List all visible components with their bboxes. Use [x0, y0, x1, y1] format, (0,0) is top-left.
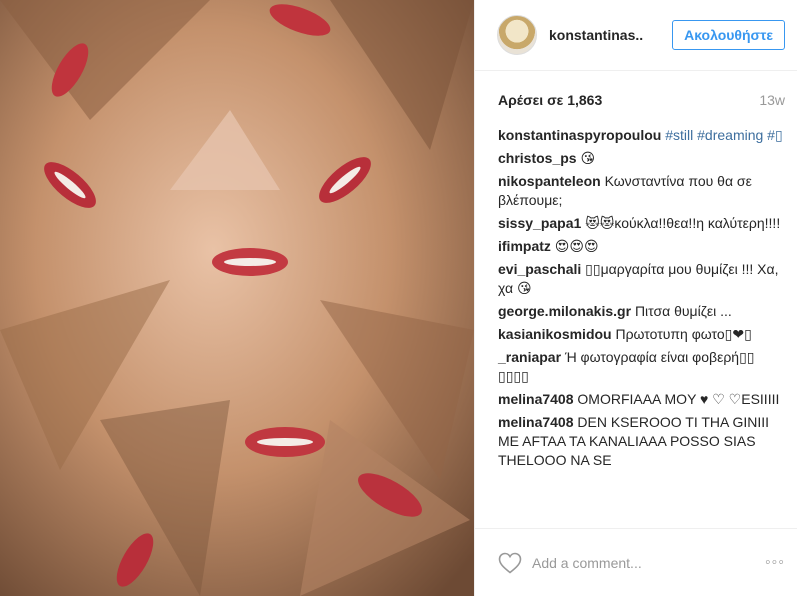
username-link[interactable]: konstantinas..	[549, 27, 672, 43]
comment-text: Πιτσα θυμίζει ...	[634, 303, 732, 319]
comment-item: nikospanteleon Κωνσταντίνα που θα σε βλέ…	[498, 172, 783, 210]
comment-item: christos_ps 😘	[498, 149, 783, 168]
add-comment-input[interactable]: Add a comment...	[532, 555, 765, 571]
comment-user[interactable]: sissy_papa1	[498, 215, 581, 231]
more-options-icon[interactable]: ◦◦◦	[765, 554, 785, 572]
comment-text: 😻😻κούκλα!!θεα!!η καλύτερη!!!!	[585, 215, 781, 231]
comment-text: OMORFIAAA MOY ♥ ♡ ♡ESIIIII	[577, 391, 780, 407]
comment-user[interactable]: christos_ps	[498, 150, 577, 166]
likes-count[interactable]: Αρέσει σε 1,863	[498, 92, 602, 108]
follow-button[interactable]: Ακολουθήστε	[672, 20, 785, 50]
comment-item: ifimpatz 😍😍😍	[498, 237, 783, 256]
post-window: konstantinas.. Ακολουθήστε Αρέσει σε 1,8…	[0, 0, 797, 596]
comment-user[interactable]: _raniapar	[498, 349, 561, 365]
comment-text: 😍😍😍	[554, 238, 599, 254]
caption: konstantinaspyropoulou #still #dreaming …	[498, 126, 783, 145]
comments-list[interactable]: konstantinaspyropoulou #still #dreaming …	[475, 122, 797, 528]
comment-user[interactable]: ifimpatz	[498, 238, 551, 254]
comment-text: 😘	[580, 150, 596, 166]
comment-user[interactable]: evi_paschali	[498, 261, 581, 277]
comment-item: evi_paschali ▯▯μαργαρίτα μου θυμίζει !!!…	[498, 260, 783, 298]
post-time[interactable]: 13w	[759, 92, 785, 108]
comment-user[interactable]: melina7408	[498, 414, 574, 430]
comment-footer: Add a comment... ◦◦◦	[475, 528, 797, 596]
post-header: konstantinas.. Ακολουθήστε	[475, 0, 797, 71]
comment-item: kasianikosmidou Πρωτοτυπη φωτο▯❤▯	[498, 325, 783, 344]
comment-user[interactable]: george.milonakis.gr	[498, 303, 631, 319]
comment-item: melina7408 DEN KSEROOO TI THA GINIII ME …	[498, 413, 783, 470]
post-sidebar: konstantinas.. Ακολουθήστε Αρέσει σε 1,8…	[474, 0, 797, 596]
comment-item: george.milonakis.gr Πιτσα θυμίζει ...	[498, 302, 783, 321]
comment-item: melina7408 OMORFIAAA MOY ♥ ♡ ♡ESIIIII	[498, 390, 783, 409]
comment-user[interactable]: nikospanteleon	[498, 173, 601, 189]
comment-user[interactable]: melina7408	[498, 391, 574, 407]
comment-text: Πρωτοτυπη φωτο▯❤▯	[615, 326, 752, 342]
kaleidoscope-photo	[0, 0, 474, 596]
avatar[interactable]	[497, 15, 537, 55]
likes-row: Αρέσει σε 1,863 13w	[475, 71, 797, 129]
caption-tags[interactable]: #still #dreaming #▯	[665, 127, 782, 143]
heart-icon[interactable]	[498, 552, 522, 574]
comment-item: _raniapar Ή φωτογραφία είναι φοβερή▯▯ ▯▯…	[498, 348, 783, 386]
comment-user[interactable]: kasianikosmidou	[498, 326, 612, 342]
post-photo	[0, 0, 474, 596]
caption-user[interactable]: konstantinaspyropoulou	[498, 127, 661, 143]
comment-item: sissy_papa1 😻😻κούκλα!!θεα!!η καλύτερη!!!…	[498, 214, 783, 233]
